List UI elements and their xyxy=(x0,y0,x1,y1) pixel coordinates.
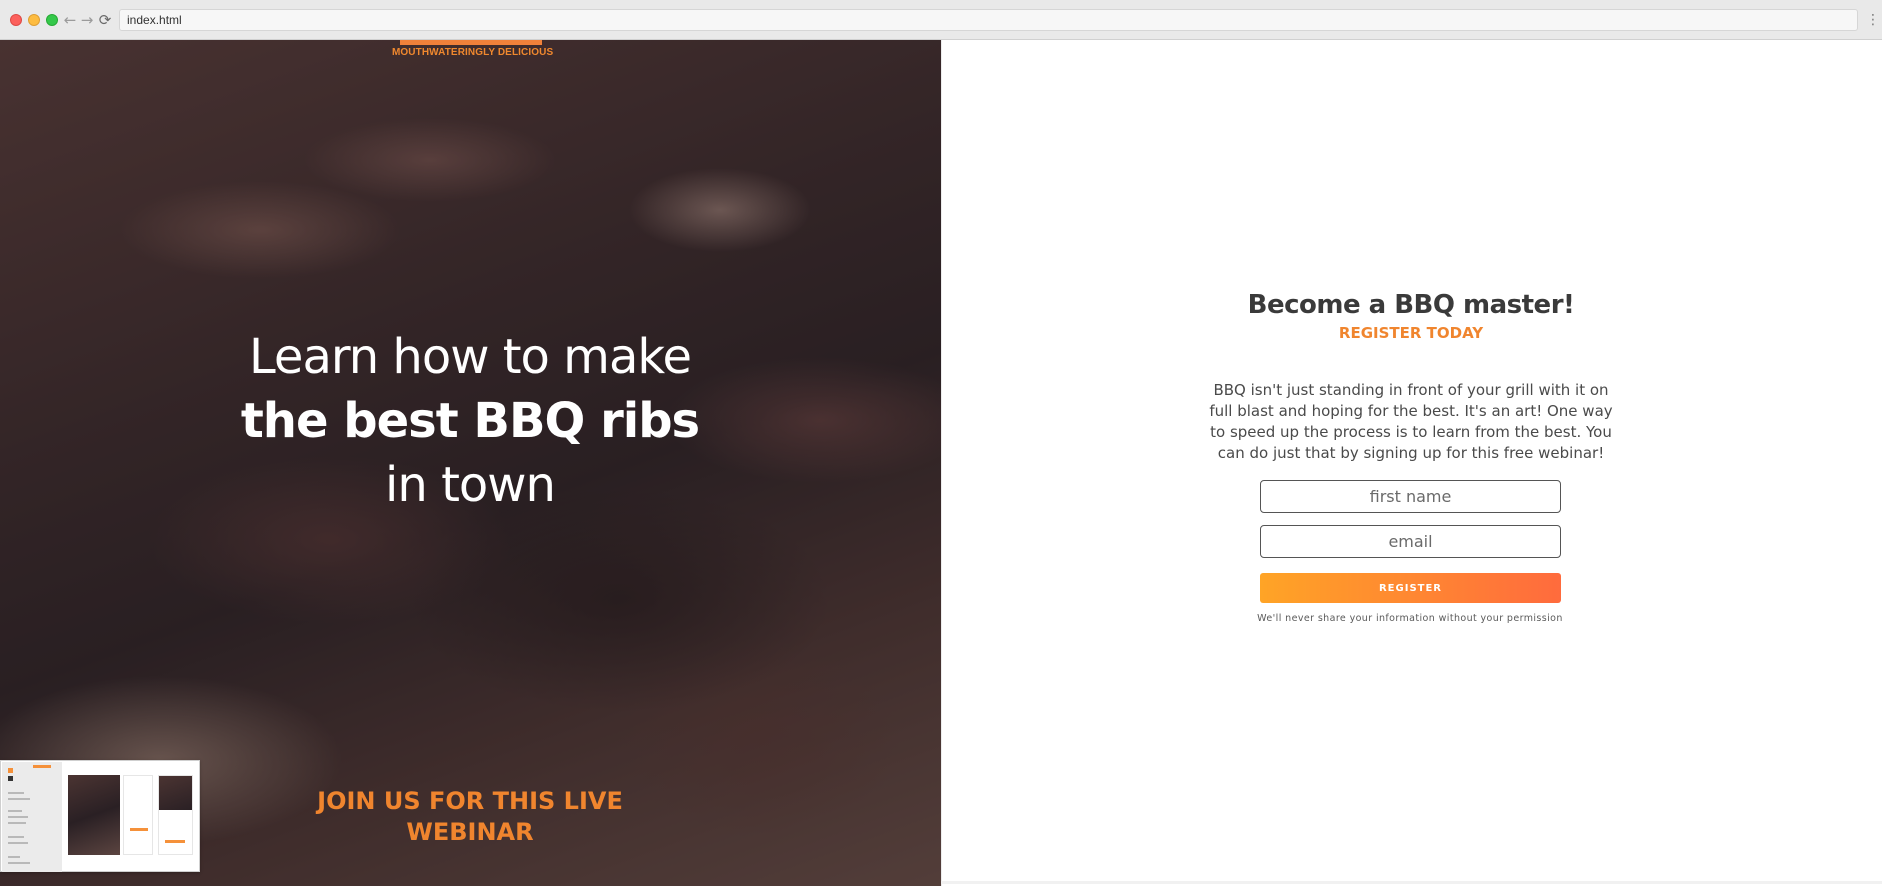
form-subtitle: REGISTER TODAY xyxy=(1338,324,1484,342)
thumbnail-line xyxy=(8,816,28,818)
register-button[interactable]: REGISTER xyxy=(1260,573,1561,603)
thumbnail-accent xyxy=(33,765,51,768)
thumbnail-line xyxy=(8,792,24,794)
thumbnail-sidebar xyxy=(2,762,62,872)
form-title: Become a BBQ master! xyxy=(1247,290,1575,320)
forward-arrow-icon[interactable]: → xyxy=(79,11,95,29)
thumbnail-line xyxy=(8,798,30,800)
address-bar[interactable]: index.html xyxy=(119,9,1858,31)
minimize-window-button[interactable] xyxy=(28,14,40,26)
maximize-window-button[interactable] xyxy=(46,14,58,26)
reload-icon[interactable]: ⟳ xyxy=(97,11,113,29)
thumbnail-mobile-image xyxy=(159,776,192,810)
thumbnail-button xyxy=(165,840,185,843)
headline-bold-text: the best BBQ ribs xyxy=(240,393,700,449)
thumbnail-line xyxy=(8,862,30,864)
hero-eyebrow: MOUTHWATERINGLY DELICIOUS xyxy=(392,47,554,58)
first-name-input[interactable] xyxy=(1260,480,1561,513)
thumbnail-form-card xyxy=(123,775,153,855)
email-input[interactable] xyxy=(1260,525,1561,558)
thumbnail-swatch xyxy=(8,768,13,773)
thumbnail-line xyxy=(8,810,22,812)
thumbnail-line xyxy=(8,836,24,838)
headline-text-2: in town xyxy=(385,457,556,513)
back-arrow-icon[interactable]: ← xyxy=(62,11,78,29)
webinar-cta-text: JOIN US FOR THIS LIVE WEBINAR xyxy=(317,787,623,846)
thumbnail-button xyxy=(130,828,148,831)
thumbnail-line xyxy=(8,856,20,858)
browser-toolbar: ← → ⟳ index.html ⋮ xyxy=(0,0,1882,40)
privacy-note: We'll never share your information witho… xyxy=(1257,613,1563,624)
browser-menu-icon[interactable]: ⋮ xyxy=(1866,12,1880,28)
close-window-button[interactable] xyxy=(10,14,22,26)
divider xyxy=(941,881,1882,884)
thumbnail-hero-card xyxy=(68,775,120,855)
page-thumbnail-preview[interactable] xyxy=(0,760,200,872)
form-description: BBQ isn't just standing in front of your… xyxy=(1209,381,1613,462)
hero-headline: Learn how to make the best BBQ ribs in t… xyxy=(240,325,700,517)
headline-text-1: Learn how to make xyxy=(249,329,692,385)
thumbnail-mobile-card xyxy=(158,775,193,855)
thumbnail-line xyxy=(8,842,28,844)
thumbnail-swatch xyxy=(8,776,13,781)
accent-bar xyxy=(400,40,542,45)
thumbnail-line xyxy=(8,822,26,824)
